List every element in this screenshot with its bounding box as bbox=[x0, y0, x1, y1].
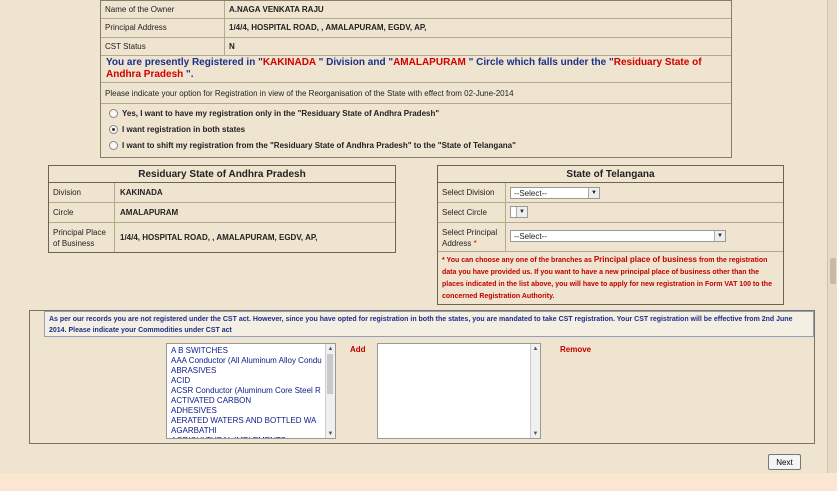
ap-division-label: Division bbox=[49, 183, 115, 202]
chevron-down-icon[interactable]: ▼ bbox=[326, 429, 335, 438]
ap-table-title: Residuary State of Andhra Pradesh bbox=[49, 166, 395, 183]
ap-circle-value: AMALAPURAM bbox=[120, 208, 179, 217]
remove-button[interactable]: Remove bbox=[560, 345, 591, 354]
option-shift-telangana[interactable]: I want to shift my registration from the… bbox=[109, 141, 516, 150]
chevron-up-icon[interactable]: ▲ bbox=[326, 344, 335, 353]
ap-state-table: Residuary State of Andhra Pradesh Divisi… bbox=[48, 165, 396, 253]
address-label: Principal Address bbox=[101, 18, 225, 37]
division-select-value: --Select-- bbox=[514, 188, 547, 198]
ap-division-value: KAKINADA bbox=[120, 188, 163, 197]
circle-select[interactable]: ▼ bbox=[510, 206, 528, 218]
notice-text-4: ". bbox=[183, 69, 194, 80]
option-ap-only-label: Yes, I want to have my registration only… bbox=[122, 109, 440, 118]
add-button[interactable]: Add bbox=[350, 345, 366, 354]
division-select[interactable]: --Select-- ▼ bbox=[510, 187, 600, 199]
principal-address-select[interactable]: --Select-- ▼ bbox=[510, 230, 726, 242]
scrollbar-thumb[interactable] bbox=[327, 354, 333, 394]
commodity-list[interactable]: A B SWITCHES AAA Conductor (All Aluminum … bbox=[166, 343, 336, 439]
required-marker: * bbox=[473, 239, 477, 248]
chevron-down-icon[interactable]: ▼ bbox=[714, 231, 725, 241]
commodity-option[interactable]: ABRASIVES bbox=[171, 366, 331, 376]
cst-status-value: N bbox=[229, 41, 235, 51]
ap-place-value: 1/4/4, HOSPITAL ROAD, , AMALAPURAM, EGDV… bbox=[120, 233, 318, 242]
commodity-option[interactable]: AGARBATHI bbox=[171, 426, 331, 436]
chevron-down-icon[interactable]: ▼ bbox=[588, 188, 599, 198]
next-button[interactable]: Next bbox=[768, 454, 801, 470]
notice-text-3: " Circle which falls under the " bbox=[465, 57, 614, 68]
notice-division: KAKINADA bbox=[262, 57, 316, 68]
commodity-option[interactable]: AGRICULTURAL IMPLEMENTS bbox=[171, 436, 331, 438]
radio-shift-telangana[interactable] bbox=[109, 141, 118, 150]
principal-address-value: --Select-- bbox=[514, 231, 547, 241]
ap-circle-label: Circle bbox=[49, 203, 115, 222]
selected-list-scrollbar[interactable]: ▲ ▼ bbox=[530, 344, 540, 438]
scrollbar-thumb[interactable] bbox=[830, 258, 836, 284]
address-value: 1/4/4, HOSPITAL ROAD, , AMALAPURAM, EGDV… bbox=[229, 23, 427, 32]
option-both-states-label: I want registration in both states bbox=[122, 125, 246, 134]
chevron-down-icon[interactable]: ▼ bbox=[531, 429, 540, 438]
tg-circle-label: Select Circle bbox=[438, 203, 506, 222]
telangana-table: State of Telangana Select Division --Sel… bbox=[437, 165, 784, 305]
commodity-option[interactable]: ACTIVATED CARBON bbox=[171, 396, 331, 406]
commodity-option[interactable]: ACSR Conductor (Aluminum Core Steel R bbox=[171, 386, 331, 396]
tg-division-label: Select Division bbox=[438, 183, 506, 202]
commodity-option[interactable]: AERATED WATERS AND BOTTLED WA bbox=[171, 416, 331, 426]
footer-strip bbox=[0, 473, 837, 491]
telangana-note: * You can choose any one of the branches… bbox=[438, 252, 783, 305]
selected-commodity-list[interactable]: ▲ ▼ bbox=[377, 343, 541, 439]
commodity-option[interactable]: A B SWITCHES bbox=[171, 346, 331, 356]
tg-address-label-text: Select Principal Address bbox=[442, 228, 498, 248]
ap-place-label: Principal Place of Business bbox=[49, 223, 115, 252]
radio-ap-only[interactable] bbox=[109, 109, 118, 118]
owner-info-panel: Name of the Owner A.NAGA VENKATA RAJU Pr… bbox=[100, 0, 732, 158]
option-both-states[interactable]: I want registration in both states bbox=[109, 125, 245, 134]
commodity-list-scrollbar[interactable]: ▲ ▼ bbox=[325, 344, 335, 438]
page-scrollbar[interactable] bbox=[827, 0, 837, 491]
option-shift-telangana-label: I want to shift my registration from the… bbox=[122, 141, 516, 150]
radio-both-states[interactable] bbox=[109, 125, 118, 134]
note-bold: Principal place of business bbox=[593, 255, 697, 264]
notice-text-1: You are presently Registered in " bbox=[106, 57, 263, 68]
cst-status-label: CST Status bbox=[101, 37, 225, 55]
commodity-items: A B SWITCHES AAA Conductor (All Aluminum … bbox=[167, 344, 335, 438]
commodity-option[interactable]: AAA Conductor (All Aluminum Alloy Condu bbox=[171, 356, 331, 366]
commodity-option[interactable]: ADHESIVES bbox=[171, 406, 331, 416]
owner-row: Name of the Owner A.NAGA VENKATA RAJU bbox=[101, 1, 731, 19]
address-row: Principal Address 1/4/4, HOSPITAL ROAD, … bbox=[101, 18, 731, 38]
registration-notice: You are presently Registered in "KAKINAD… bbox=[101, 55, 731, 83]
option-prompt: Please indicate your option for Registra… bbox=[101, 83, 731, 104]
cst-panel: As per our records you are not registere… bbox=[29, 310, 815, 444]
chevron-down-icon[interactable]: ▼ bbox=[516, 207, 527, 217]
notice-circle: AMALAPURAM bbox=[393, 57, 466, 68]
chevron-up-icon[interactable]: ▲ bbox=[531, 344, 540, 353]
cst-message: As per our records you are not registere… bbox=[44, 311, 814, 337]
notice-text-2: " Division and " bbox=[315, 57, 394, 68]
owner-value: A.NAGA VENKATA RAJU bbox=[229, 5, 324, 14]
commodity-option[interactable]: ACID bbox=[171, 376, 331, 386]
cst-status-row: CST Status N bbox=[101, 37, 731, 56]
note-text-1: * You can choose any one of the branches… bbox=[442, 257, 594, 264]
tg-table-title: State of Telangana bbox=[438, 166, 783, 183]
tg-address-label: Select Principal Address * bbox=[438, 223, 506, 251]
owner-label: Name of the Owner bbox=[101, 1, 225, 18]
option-ap-only[interactable]: Yes, I want to have my registration only… bbox=[109, 109, 439, 118]
